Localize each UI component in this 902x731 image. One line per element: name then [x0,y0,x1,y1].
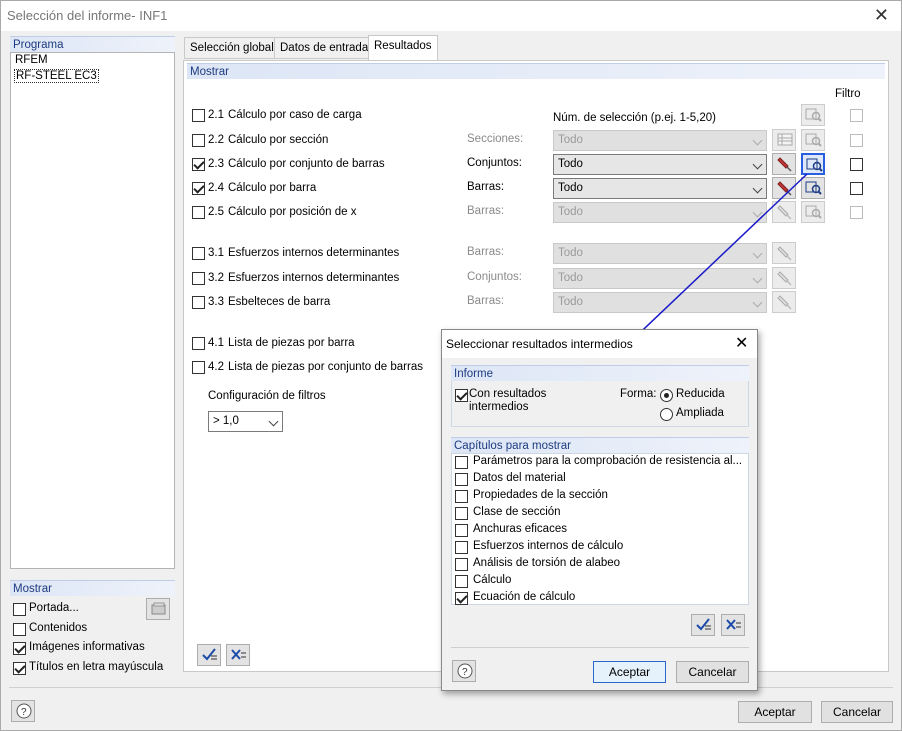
dialog-help-button[interactable]: ? [452,660,476,682]
check-all-icon [696,618,711,631]
chapter-label: Análisis de torsión de alabeo [473,557,621,569]
chapter-checkbox[interactable] [455,524,468,537]
chapter-checkbox[interactable] [455,490,468,503]
dialog-accept-button[interactable]: Aceptar [593,661,666,683]
radio-ampliada-label: Ampliada [676,407,724,419]
chapter-label: Cálculo [473,574,512,586]
chapter-checkbox[interactable] [455,456,468,469]
intermediate-results-checkbox[interactable] [455,389,468,402]
chapter-label: Datos del material [473,472,566,484]
chapters-select-all-button[interactable] [691,614,715,636]
dialog-divider [451,647,749,648]
chapter-label: Ecuación de cálculo [473,591,576,603]
chapter-checkbox[interactable] [455,575,468,588]
chapter-checkbox[interactable] [455,507,468,520]
chapters-deselect-all-button[interactable] [721,614,745,636]
radio-ampliada[interactable] [660,408,673,421]
chapter-label: Parámetros para la comprobación de resis… [473,455,743,467]
chapter-label: Clase de sección [473,506,561,518]
uncheck-all-icon [726,619,741,630]
chapter-label: Esfuerzos internos de cálculo [473,540,624,552]
dialog-title: Seleccionar resultados intermedios [446,337,633,351]
chapter-checkbox[interactable] [455,592,468,605]
chapter-label: Propiedades de la sección [473,489,608,501]
intermediate-results-dialog: Seleccionar resultados intermedios ✕ Inf… [441,329,758,691]
chapter-label: Anchuras eficaces [473,523,567,535]
radio-reducida[interactable] [660,389,673,402]
chapter-checkbox[interactable] [455,541,468,554]
dialog-informe-header: Informe [451,365,749,381]
intermediate-line1: Con resultados [469,388,547,400]
chapters-header: Capítulos para mostrar [451,437,749,453]
radio-reducida-label: Reducida [676,388,725,400]
chapter-checkbox[interactable] [455,473,468,486]
dialog-cancel-button[interactable]: Cancelar [676,661,749,683]
intermediate-line2: intermedios [469,401,529,413]
svg-text:?: ? [462,667,468,678]
forma-label: Forma: [620,388,657,400]
dialog-title-bar: Seleccionar resultados intermedios ✕ [442,330,757,358]
chapter-checkbox[interactable] [455,558,468,571]
help-icon: ? [457,663,473,679]
dialog-close-icon[interactable]: ✕ [735,333,748,353]
